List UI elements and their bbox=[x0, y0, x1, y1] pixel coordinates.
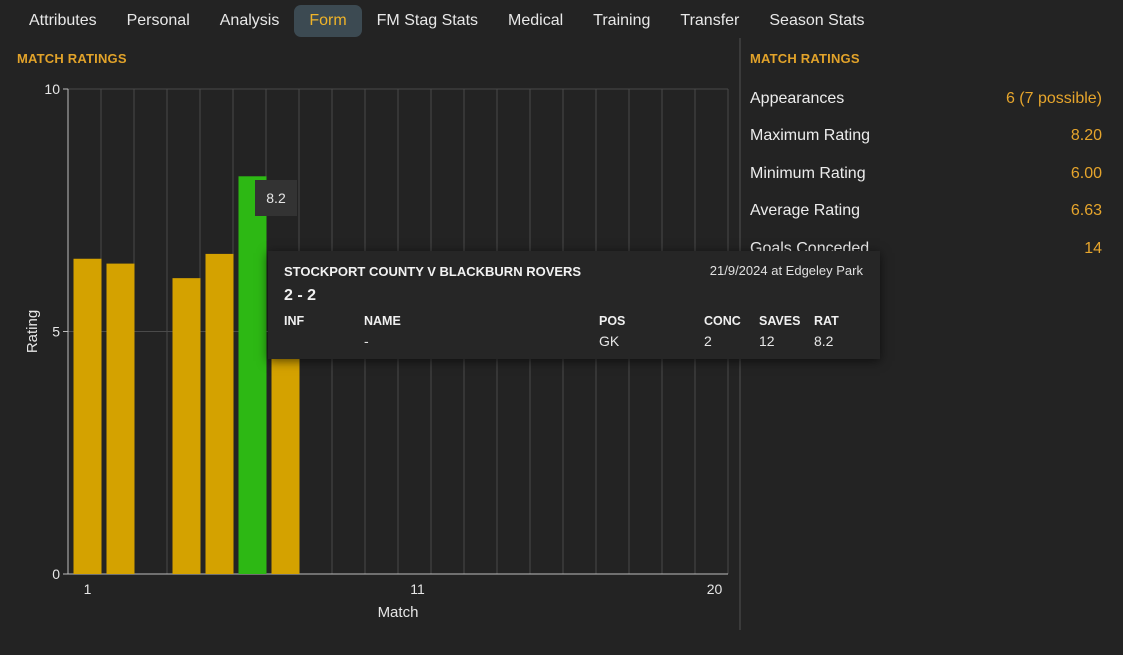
tab-season-stats[interactable]: Season Stats bbox=[754, 5, 879, 37]
chart-bar bbox=[238, 176, 267, 575]
match-date-venue: 21/9/2024 at Edgeley Park bbox=[709, 263, 863, 278]
stat-label: Average Rating bbox=[750, 202, 860, 220]
match-detail-popup: STOCKPORT COUNTY V BLACKBURN ROVERS 21/9… bbox=[268, 251, 880, 359]
header-rat: RAT bbox=[814, 314, 839, 328]
header-inf: INF bbox=[284, 314, 305, 328]
match-score: 2 - 2 bbox=[284, 287, 317, 304]
chart-bar bbox=[106, 263, 135, 574]
x-tick-label: 11 bbox=[410, 581, 425, 597]
stat-value: 8.20 bbox=[1070, 127, 1102, 145]
chart-bar bbox=[73, 258, 102, 574]
match-title: STOCKPORT COUNTY V BLACKBURN ROVERS bbox=[284, 264, 582, 279]
cell-name: - bbox=[364, 333, 369, 349]
stat-value: 6.63 bbox=[1070, 202, 1102, 220]
stats-section-title: MATCH RATINGS bbox=[750, 51, 860, 66]
x-tick-label: 1 bbox=[84, 581, 92, 597]
cell-conc: 2 bbox=[704, 333, 712, 349]
y-tick-label: 0 bbox=[52, 566, 60, 582]
y-tick-label: 10 bbox=[44, 81, 60, 97]
chart-bar bbox=[205, 253, 234, 574]
stat-row-minimum-rating: Minimum Rating 6.00 bbox=[750, 155, 1102, 193]
stat-label: Minimum Rating bbox=[750, 164, 866, 182]
header-conc: CONC bbox=[704, 314, 741, 328]
cell-saves: 12 bbox=[759, 333, 775, 349]
x-tick-label: 20 bbox=[707, 581, 723, 597]
header-pos: POS bbox=[599, 314, 626, 328]
chart-bar bbox=[172, 278, 201, 574]
stat-value: 6.00 bbox=[1070, 164, 1102, 182]
cell-pos: GK bbox=[599, 333, 620, 349]
stat-value: 6 (7 possible) bbox=[1005, 89, 1102, 107]
header-name: NAME bbox=[364, 314, 401, 328]
stat-value: 14 bbox=[1084, 239, 1102, 257]
y-tick-label: 5 bbox=[52, 324, 60, 340]
stat-row-average-rating: Average Rating 6.63 bbox=[750, 193, 1102, 231]
bar-value-tooltip: 8.2 bbox=[255, 180, 297, 216]
header-saves: SAVES bbox=[759, 314, 801, 328]
stat-row-appearances: Appearances 6 (7 possible) bbox=[750, 80, 1102, 118]
chart-bar bbox=[271, 331, 300, 574]
y-axis-label: Rating bbox=[24, 310, 41, 353]
stat-label: Maximum Rating bbox=[750, 127, 871, 145]
x-axis-label: Match bbox=[378, 604, 419, 621]
stat-row-maximum-rating: Maximum Rating 8.20 bbox=[750, 118, 1102, 156]
match-ratings-stats: Appearances 6 (7 possible) Maximum Ratin… bbox=[750, 80, 1102, 268]
stat-label: Appearances bbox=[750, 89, 845, 107]
cell-rat: 8.2 bbox=[814, 333, 834, 349]
